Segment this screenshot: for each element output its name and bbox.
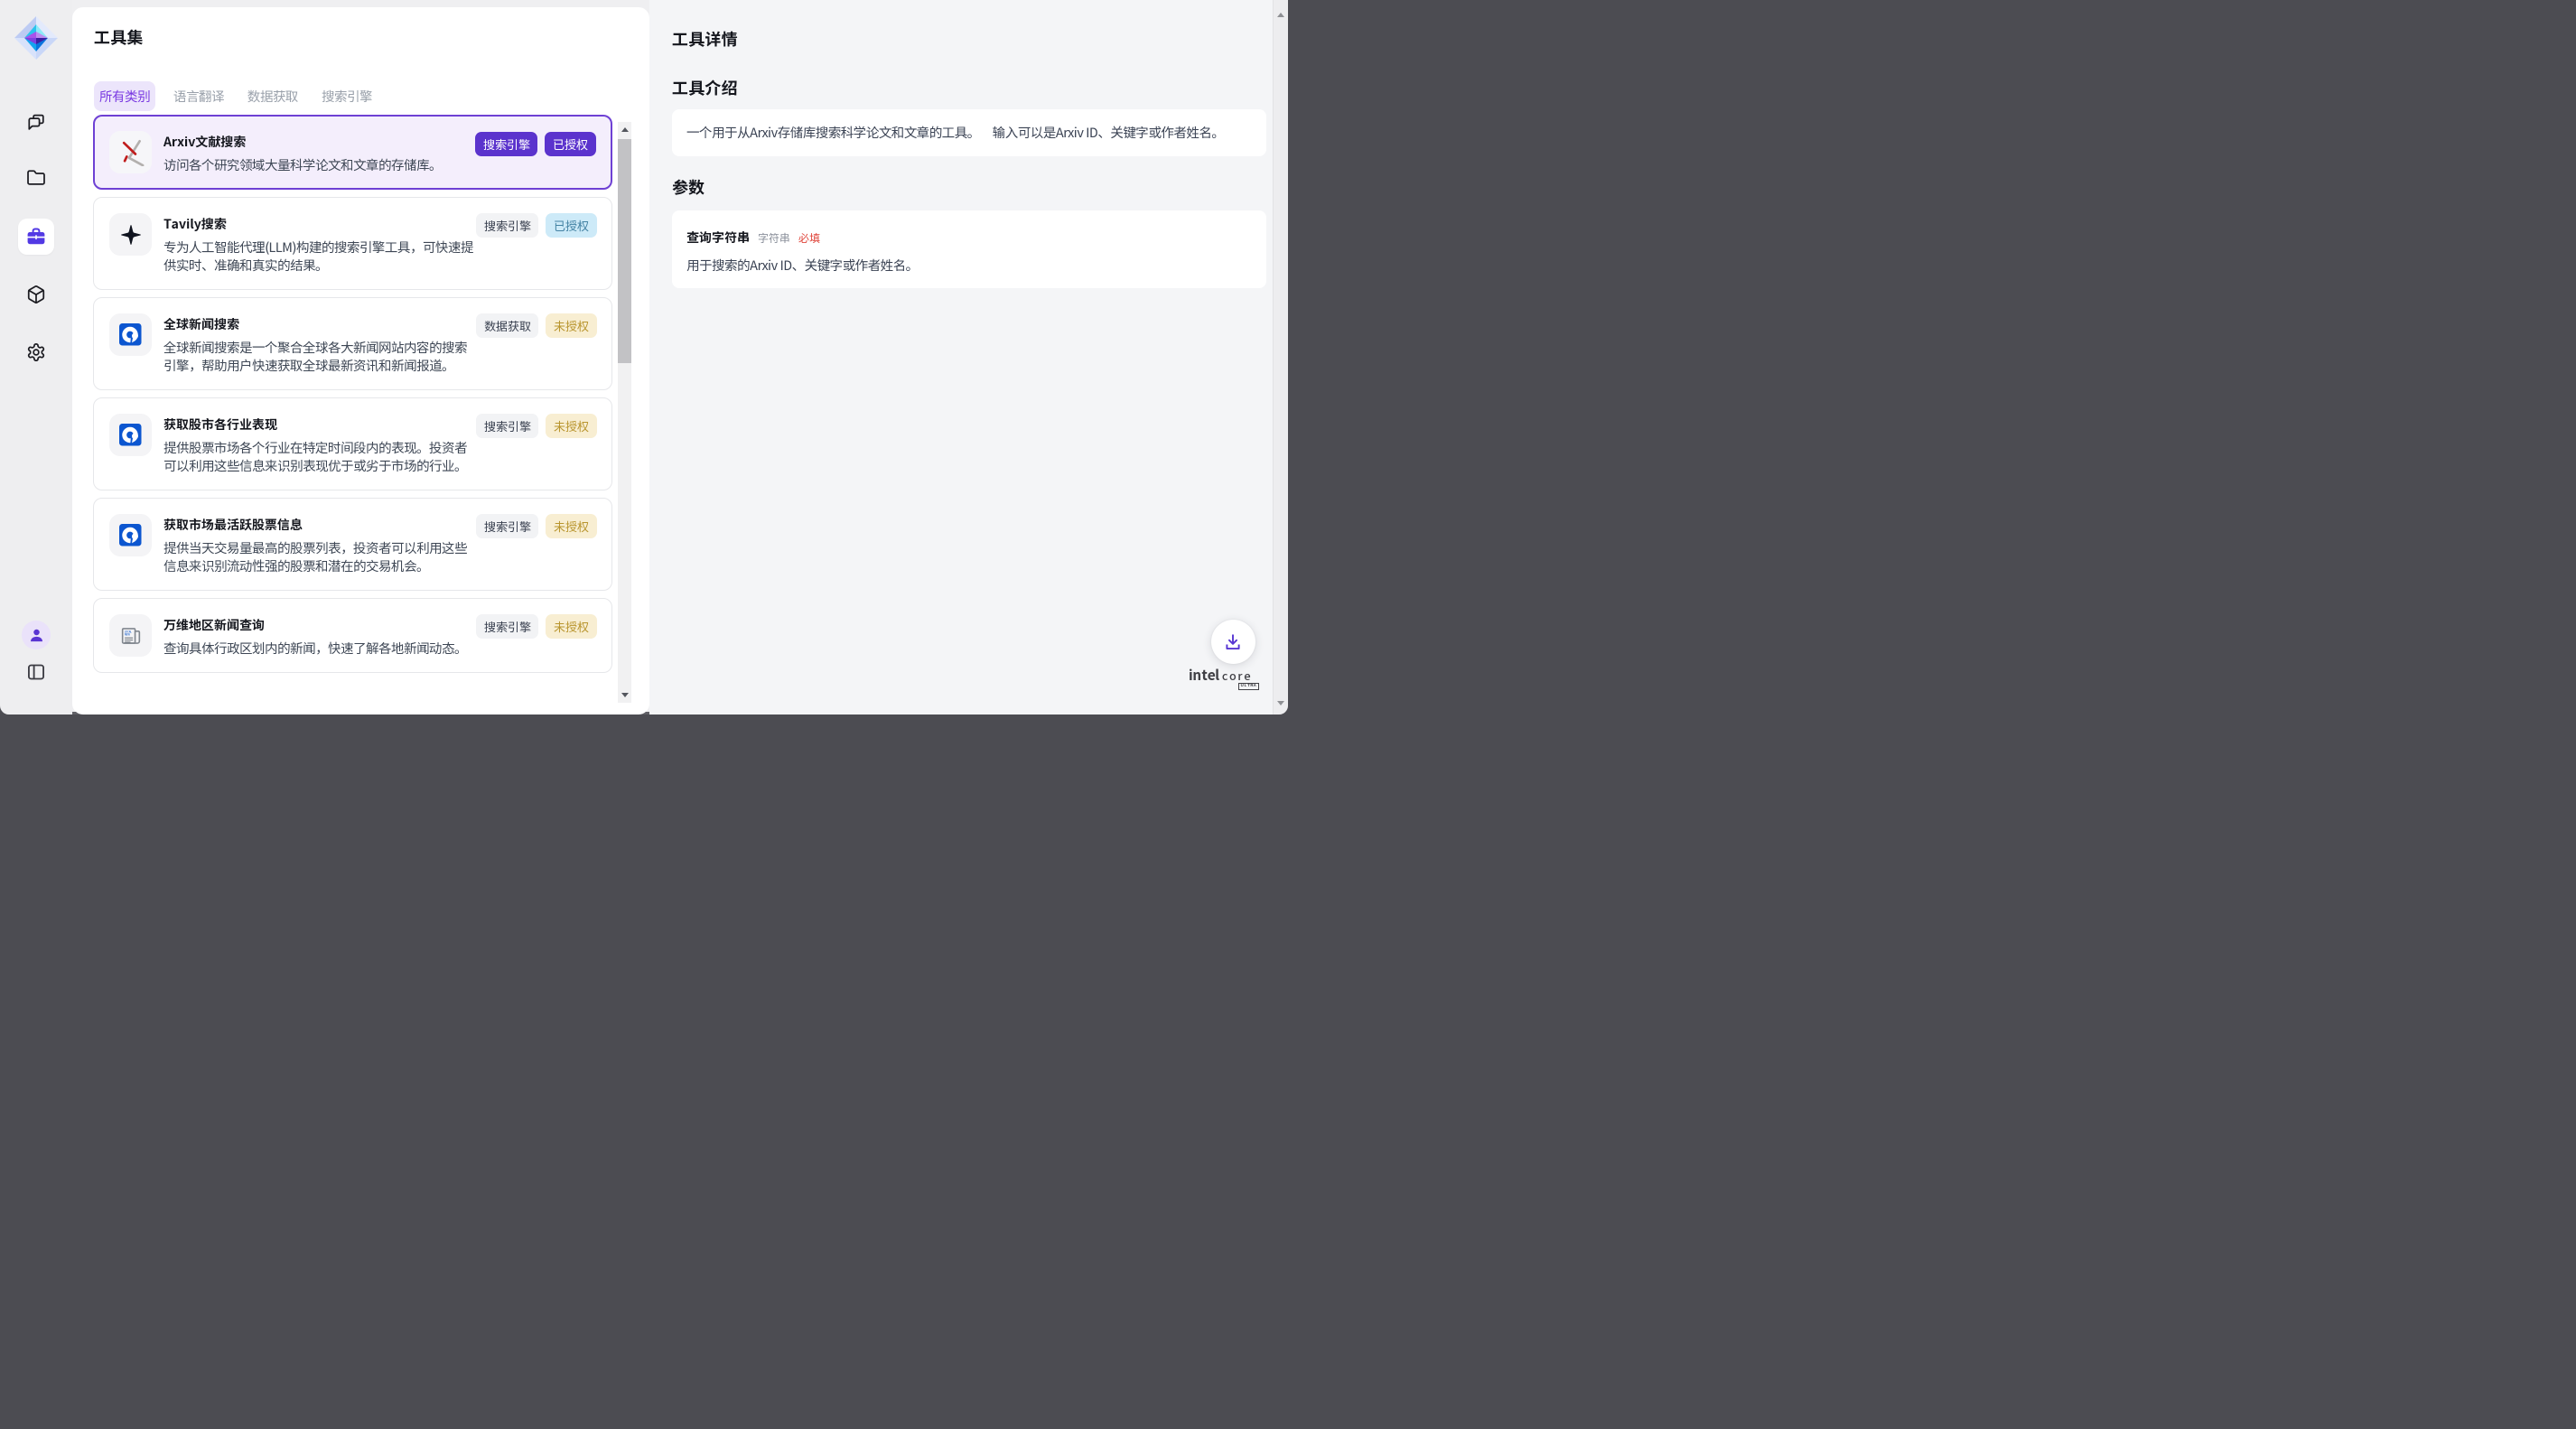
page-title: 工具集 — [94, 25, 649, 49]
intro-heading: 工具介绍 — [672, 76, 1266, 100]
tool-list: Arxiv文献搜索 搜索引擎 已授权 访问各个研究领域大量科学论文和文章的存储库… — [93, 115, 631, 714]
param-required-badge: 必填 — [798, 230, 820, 246]
sidebar-item-models[interactable] — [18, 276, 54, 313]
tool-title: 万维地区新闻查询 — [163, 615, 265, 635]
category-tab[interactable]: 所有类别 — [94, 81, 155, 111]
tool-auth-badge: 未授权 — [546, 414, 596, 438]
tool-icon: LOCAL NEW — [109, 614, 152, 657]
tool-icon — [109, 514, 152, 556]
panel-left-icon — [26, 662, 46, 682]
tool-detail-panel: 工具详情 工具介绍 一个用于从Arxiv存储库搜索科学论文和文章的工具。 输入可… — [649, 0, 1274, 714]
category-tabs: 所有类别语言翻译数据获取搜索引擎 — [94, 81, 378, 111]
tool-icon — [109, 414, 152, 456]
intel-core-ultra-logo: intel core ULTRA — [1189, 665, 1257, 692]
page-scroll-up-button[interactable] — [1274, 7, 1288, 23]
sidebar-item-chat[interactable] — [18, 104, 54, 140]
tool-auth-badge: 未授权 — [546, 514, 596, 538]
intro-text: 一个用于从Arxiv存储库搜索科学论文和文章的工具。 输入可以是Arxiv ID… — [686, 123, 1224, 143]
category-tab[interactable]: 语言翻译 — [168, 81, 229, 111]
person-icon — [28, 627, 45, 644]
tool-auth-badge: 未授权 — [546, 614, 596, 639]
tool-category-badge: 搜索引擎 — [475, 132, 537, 156]
param-type: 字符串 — [758, 230, 790, 246]
arxiv-logo-icon — [119, 139, 145, 166]
tool-description: 全球新闻搜索是一个聚合全球各大新闻网站内容的搜索引擎，帮助用户快速获取全球最新资… — [163, 339, 474, 375]
tool-card[interactable]: 获取市场最活跃股票信息 搜索引擎 未授权 提供当天交易量最高的股票列表，投资者可… — [93, 498, 612, 591]
tavily-star-icon — [119, 223, 143, 247]
user-avatar[interactable] — [22, 621, 51, 649]
tool-title: Tavily搜索 — [163, 214, 227, 234]
category-tab[interactable]: 数据获取 — [242, 81, 303, 111]
param-name: 查询字符串 — [686, 229, 750, 248]
sidebar-collapse-button[interactable] — [26, 662, 46, 682]
sidebar-item-tools[interactable] — [18, 219, 54, 255]
gear-icon — [26, 342, 46, 362]
tool-card[interactable]: LOCAL NEW 万维地区新闻查询 搜索引擎 — [93, 598, 612, 673]
tool-auth-badge: 已授权 — [546, 213, 596, 238]
toolset-panel: 工具集 所有类别语言翻译数据获取搜索引擎 — [72, 7, 649, 714]
tool-title: 全球新闻搜索 — [163, 314, 239, 334]
folder-icon — [26, 168, 46, 188]
category-tab[interactable]: 搜索引擎 — [316, 81, 378, 111]
tool-auth-badge: 未授权 — [546, 313, 596, 338]
tool-description: 访问各个研究领域大量科学论文和文章的存储库。 — [163, 156, 474, 174]
param-description: 用于搜索的Arxiv ID、关键字或作者姓名。 — [686, 256, 1252, 276]
tool-title: 获取股市各行业表现 — [163, 415, 277, 434]
detail-title: 工具详情 — [672, 27, 1266, 51]
list-scrollbar-thumb[interactable] — [618, 139, 631, 363]
tool-category-badge: 搜索引擎 — [476, 514, 538, 538]
tool-description: 提供当天交易量最高的股票列表，投资者可以利用这些信息来识别流动性强的股票和潜在的… — [163, 539, 474, 575]
tool-card[interactable]: Tavily搜索 搜索引擎 已授权 专为人工智能代理(LLM)构建的搜索引擎工具… — [93, 197, 612, 290]
tool-card[interactable]: 全球新闻搜索 数据获取 未授权 全球新闻搜索是一个聚合全球各大新闻网站内容的搜索… — [93, 297, 612, 390]
intel-wordmark: intel — [1189, 665, 1219, 685]
local-news-icon: LOCAL NEW — [118, 623, 144, 649]
page-scroll-down-button[interactable] — [1274, 696, 1288, 711]
chat-icon — [26, 112, 46, 132]
download-button[interactable] — [1211, 620, 1255, 664]
scroll-up-button[interactable] — [618, 122, 631, 137]
tool-category-badge: 搜索引擎 — [476, 213, 538, 238]
tool-description: 提供股票市场各个行业在特定时间段内的表现。投资者可以利用这些信息来识别表现优于或… — [163, 439, 474, 475]
tool-title: 获取市场最活跃股票信息 — [163, 515, 303, 535]
tool-icon — [109, 131, 152, 173]
scroll-down-button[interactable] — [618, 687, 631, 703]
cube-icon — [26, 285, 46, 304]
newspaper-icon-label: NEW — [125, 631, 130, 636]
sidebar-item-settings[interactable] — [18, 334, 54, 370]
tool-card[interactable]: Arxiv文献搜索 搜索引擎 已授权 访问各个研究领域大量科学论文和文章的存储库… — [93, 115, 612, 190]
list-scrollbar[interactable] — [618, 122, 631, 703]
download-icon — [1223, 632, 1243, 652]
tool-title: Arxiv文献搜索 — [163, 132, 246, 152]
params-heading: 参数 — [672, 175, 1266, 200]
core-wordmark: core — [1222, 668, 1252, 684]
intro-card: 一个用于从Arxiv存储库搜索科学论文和文章的工具。 输入可以是Arxiv ID… — [672, 109, 1266, 156]
tool-icon — [109, 313, 152, 356]
page-scrollbar[interactable] — [1273, 0, 1288, 714]
tool-description: 专为人工智能代理(LLM)构建的搜索引擎工具，可快速提供实时、准确和真实的结果。 — [163, 238, 474, 275]
tool-description: 查询具体行政区划内的新闻，快速了解各地新闻动态。 — [163, 640, 474, 658]
toolbox-icon — [25, 226, 47, 248]
tool-category-badge: 数据获取 — [476, 313, 538, 338]
app-window: 工具集 所有类别语言翻译数据获取搜索引擎 — [0, 0, 1288, 714]
quark-news-icon — [119, 424, 142, 446]
quark-news-icon — [119, 524, 142, 546]
tool-card[interactable]: 获取股市各行业表现 搜索引擎 未授权 提供股票市场各个行业在特定时间段内的表现。… — [93, 397, 612, 490]
tool-category-badge: 搜索引擎 — [476, 414, 538, 438]
ultra-badge: ULTRA — [1238, 683, 1259, 690]
param-card: 查询字符串 字符串 必填 用于搜索的Arxiv ID、关键字或作者姓名。 — [672, 210, 1266, 288]
tool-auth-badge: 已授权 — [545, 132, 595, 156]
tool-icon — [109, 213, 152, 256]
quark-news-icon — [119, 323, 142, 346]
sidebar-item-files[interactable] — [18, 160, 54, 196]
sidebar — [0, 0, 72, 714]
app-logo-icon — [14, 16, 58, 60]
tool-category-badge: 搜索引擎 — [476, 614, 538, 639]
